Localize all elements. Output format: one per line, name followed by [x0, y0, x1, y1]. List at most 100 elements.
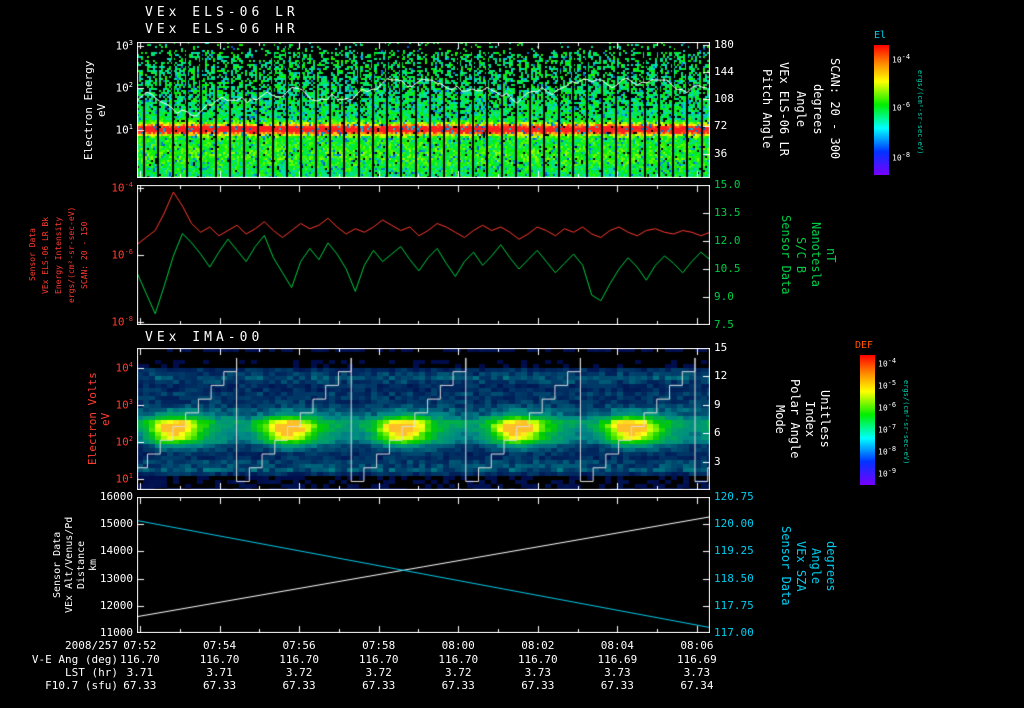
colorbar-tick-label: 10-4: [892, 53, 911, 65]
bfield-right-axis-label: Sensor Data S/C B Nanotesla nT: [778, 188, 838, 322]
table-value: 67.34: [680, 679, 714, 692]
axis-label-line: SCAN: 20 - 150: [80, 221, 89, 289]
table-value: 116.70: [517, 653, 558, 666]
axis-label-line: SCAN: 20 - 300: [828, 58, 842, 160]
colorbar-tick-label: 10-5: [878, 378, 897, 391]
axis-label-line: eV: [99, 412, 112, 426]
table-value: 67.33: [282, 679, 316, 692]
axis-label-line: Sensor Data: [779, 526, 793, 606]
right-axis-tick-label: 72: [714, 119, 728, 133]
right-axis-tick-label: 117.75: [714, 598, 754, 612]
y-axis-tick-label: 101: [115, 123, 133, 138]
table-value: 3.73: [524, 666, 552, 679]
y-axis-tick-label: 103: [115, 397, 133, 412]
axis-label-line: ergs/(cm²-sr-sec-eV): [67, 206, 76, 304]
altitude-sza-panel: [137, 497, 710, 633]
y-axis-tick-label: 103: [115, 39, 133, 53]
table-value: 116.70: [199, 653, 240, 666]
table-value: 3.72: [444, 666, 472, 679]
colorbar-tick-label: 10-6: [878, 400, 897, 413]
y-axis-tick-label: 102: [115, 434, 133, 449]
ima-colorbar: [860, 355, 875, 485]
table-value: 67.33: [441, 679, 475, 692]
els-colorbar: [874, 45, 889, 175]
axis-label-line: Distance: [76, 540, 87, 590]
els-colorbar-units: ergs/(cm²-sr-sec-eV): [916, 69, 924, 155]
table-row-label: F10.7 (sfu): [45, 679, 118, 692]
altitude-y-axis-label: Sensor Data VEx Alt/Venus/Pd Distance km: [52, 497, 100, 633]
intensity-y-axis-label: Sensor Data VEx ELS-06 LR Bk Energy Inte…: [26, 185, 91, 325]
axis-label-line: Mode: [773, 404, 787, 434]
y-axis-tick-label: 10-6: [111, 248, 133, 262]
table-value: 3.73: [683, 666, 711, 679]
table-value: 3.72: [365, 666, 392, 679]
table-row-label: V-E Ang (deg): [31, 653, 118, 666]
axis-label-line: Sensor Data: [28, 228, 37, 282]
right-axis-tick-label: 120.00: [714, 517, 754, 531]
time-tick-label: 07:54: [203, 639, 237, 652]
els-right-axis-label: Pitch Angle VEx ELS-06 LR Angle degrees …: [758, 34, 843, 184]
right-axis-tick-label: 118.50: [714, 571, 754, 585]
right-axis-tick-label: 13.5: [714, 206, 741, 219]
table-value: 116.70: [438, 653, 479, 666]
axis-label-line: VEx Alt/Venus/Pd: [64, 516, 75, 614]
axis-label-line: Index: [803, 400, 817, 438]
time-tick-label: 08:00: [441, 639, 475, 652]
time-tick-label: 08:02: [521, 639, 555, 652]
axis-label-line: degrees: [824, 540, 838, 592]
y-axis-tick-label: 10-4: [111, 180, 133, 195]
axis-label-line: degrees: [811, 83, 825, 135]
y-axis-tick-label: 14000: [99, 544, 133, 558]
right-axis-tick-label: 119.25: [714, 544, 754, 558]
right-axis-tick-label: 10.5: [714, 262, 741, 275]
y-axis-tick-label: 13000: [99, 571, 133, 585]
right-axis-tick-label: 117.00: [714, 626, 754, 639]
axis-label-line: Electron Energy: [82, 60, 95, 160]
table-value: 3.71: [206, 666, 233, 679]
colorbar-tick-label: 10-8: [878, 444, 897, 457]
colorbar-tick-label: 10-6: [892, 101, 911, 113]
axis-label-line: km: [88, 558, 99, 572]
time-tick-label: 07:52: [123, 639, 157, 652]
table-value: 116.69: [677, 653, 717, 666]
title-els-lr: VEx ELS-06 LR: [145, 5, 299, 20]
colorbar-tick-label: 10-9: [878, 467, 897, 479]
els-y-axis-label: Electron Energy eV: [82, 42, 108, 178]
table-value: 67.33: [203, 679, 237, 692]
ima-spectrogram-panel: [137, 348, 710, 490]
right-axis-tick-label: 120.75: [714, 490, 754, 503]
axis-label-line: VEx ELS-06 LR Bk: [41, 216, 50, 294]
axis-label-line: Angle: [809, 547, 823, 585]
right-axis-tick-label: 12: [714, 369, 728, 383]
y-axis-tick-label: 16000: [99, 490, 133, 503]
table-value: 67.33: [123, 679, 157, 692]
y-axis-tick-label: 12000: [99, 598, 133, 612]
axis-label-line: eV: [95, 103, 108, 117]
axis-label-line: VEx SZA: [794, 540, 808, 592]
table-value: 116.70: [279, 653, 319, 666]
right-axis-tick-label: 6: [714, 426, 721, 440]
table-value: 3.73: [604, 666, 631, 679]
axis-label-line: Pitch Angle: [760, 69, 774, 149]
table-value: 116.70: [358, 653, 399, 666]
y-axis-tick-label: 101: [115, 471, 133, 486]
axis-label-line: Polar Angle: [788, 379, 802, 459]
table-value: 3.72: [285, 666, 313, 679]
y-axis-tick-label: 104: [115, 360, 133, 375]
ima-y-axis-label: Electron Volts eV: [86, 348, 112, 490]
title-ima: VEx IMA-00: [145, 330, 264, 345]
time-tick-label: 07:56: [282, 639, 316, 652]
y-axis-tick-label: 10-8: [111, 315, 133, 329]
table-value: 116.70: [119, 653, 160, 666]
colorbar-tick-label: 10-7: [878, 422, 897, 435]
axis-label-line: Unitless: [818, 390, 832, 448]
right-axis-tick-label: 144: [714, 64, 734, 78]
vex-summary-plot: VEx ELS-06 LR VEx ELS-06 HR VEx IMA-00 E…: [0, 0, 1024, 708]
date-label: 2008/257: [65, 639, 118, 652]
right-axis-tick-label: 108: [714, 92, 734, 106]
table-value: 116.69: [597, 653, 638, 666]
axis-label-line: Nanotesla: [809, 222, 823, 288]
right-axis-tick-label: 15: [714, 341, 728, 354]
right-axis-tick-label: 180: [714, 37, 734, 51]
axis-label-line: S/C B: [794, 236, 808, 274]
